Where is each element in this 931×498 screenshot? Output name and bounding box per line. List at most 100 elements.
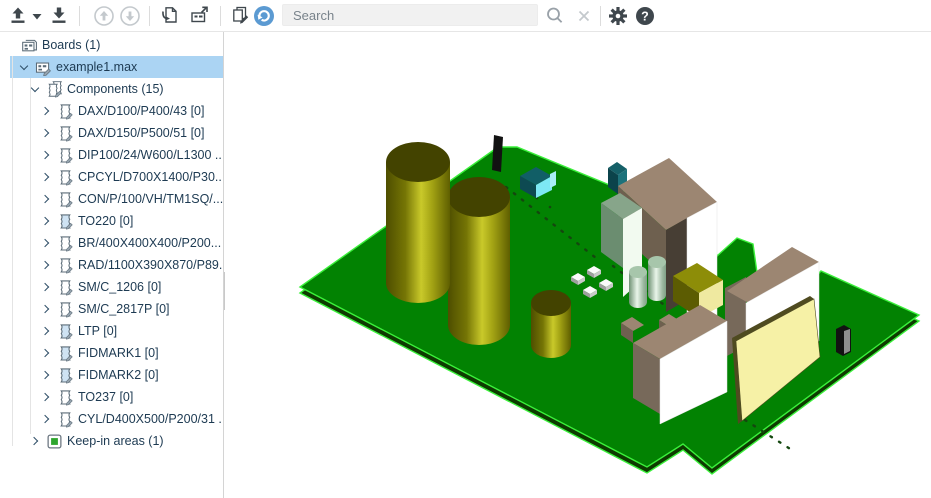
open-button[interactable]: [6, 4, 30, 28]
tree-guide-line: [12, 56, 13, 446]
export-board-image-button[interactable]: [188, 4, 212, 28]
tree-item-dax-d100-p400-43-0[interactable]: DAX/D100/P400/43 [0]: [0, 100, 223, 122]
edit-boards-button[interactable]: [228, 4, 252, 28]
tree-item-label: DAX/D150/P500/51 [0]: [78, 126, 204, 140]
move-down-button[interactable]: [118, 4, 142, 28]
expander-chevron-icon[interactable]: [40, 281, 53, 294]
tree-item-icon: [57, 323, 74, 340]
tree-item-icon: [57, 169, 74, 186]
tree-item-label: SM/C_1206 [0]: [78, 280, 161, 294]
component-3d-capacitor-medium[interactable]: [531, 290, 571, 358]
tree-item-label: Boards (1): [42, 38, 100, 52]
toolbar: ?: [0, 0, 931, 32]
tree-item-to237-0[interactable]: TO237 [0]: [0, 386, 223, 408]
tree-item-sm-c-2817p-0[interactable]: SM/C_2817P [0]: [0, 298, 223, 320]
copy-document-button[interactable]: [158, 4, 182, 28]
tree-item-label: CON/P/100/VH/TM1SQ/...: [78, 192, 223, 206]
tree-item-dip100-24-w600-l1300[interactable]: DIP100/24/W600/L1300 ...: [0, 144, 223, 166]
search-button[interactable]: [543, 4, 567, 28]
tree-item-icon: [57, 191, 74, 208]
move-up-button[interactable]: [92, 4, 116, 28]
svg-text:?: ?: [641, 10, 649, 24]
save-button[interactable]: [47, 4, 71, 28]
tree-item-br-400x400x400-p200[interactable]: BR/400X400X400/P200...: [0, 232, 223, 254]
application-window: ? Boards (1) example1.max Components (15…: [0, 0, 931, 498]
tree-item-icon: [57, 389, 74, 406]
move-down-icon: [118, 4, 142, 28]
help-button[interactable]: ?: [633, 4, 657, 28]
caret-down-icon: [31, 4, 43, 28]
tree-item-label: SM/C_2817P [0]: [78, 302, 170, 316]
clear-search-button[interactable]: [572, 4, 596, 28]
expander-chevron-icon[interactable]: [40, 391, 53, 404]
expander-chevron-icon[interactable]: [29, 435, 42, 448]
tree-item-icon: [57, 213, 74, 230]
expander-chevron-icon[interactable]: [40, 237, 53, 250]
tree-item-cpcyl-d700x1400-p30[interactable]: CPCYL/D700X1400/P30...: [0, 166, 223, 188]
tree-item-icon: [57, 235, 74, 252]
refresh-icon: [252, 4, 276, 28]
expander-chevron-icon[interactable]: [40, 171, 53, 184]
expander-chevron-icon[interactable]: [40, 193, 53, 206]
component-3d-capacitor-small-2[interactable]: [648, 256, 666, 301]
search-icon: [543, 4, 567, 28]
tree-item-rad-1100x390x870-p89[interactable]: RAD/1100X390X870/P89...: [0, 254, 223, 276]
refresh-button[interactable]: [252, 4, 276, 28]
settings-button[interactable]: [606, 4, 630, 28]
tree-item-to220-0[interactable]: TO220 [0]: [0, 210, 223, 232]
expander-chevron-icon[interactable]: [18, 61, 31, 74]
expander-chevron-icon[interactable]: [40, 325, 53, 338]
component-3d-capacitor-small-1[interactable]: [629, 266, 647, 308]
toolbar-separator: [149, 6, 150, 26]
tree-item-fidmark1-0[interactable]: FIDMARK1 [0]: [0, 342, 223, 364]
expander-chevron-icon[interactable]: [40, 347, 53, 360]
expander-chevron-icon[interactable]: [40, 303, 53, 316]
tree-item-icon: [57, 257, 74, 274]
expander-chevron-icon[interactable]: [40, 127, 53, 140]
tree-item-cyl-d400x500-p200-31[interactable]: CYL/D400X500/P200/31 ...: [0, 408, 223, 430]
tree-item-icon: [57, 345, 74, 362]
tree-item-icon: [57, 301, 74, 318]
boards-tree-panel: Boards (1) example1.max Components (15) …: [0, 32, 224, 498]
component-3d-pin-front[interactable]: [836, 325, 851, 356]
component-3d-capacitor-large-1[interactable]: [386, 142, 450, 303]
expander-chevron-icon[interactable]: [40, 369, 53, 382]
expander-chevron-icon[interactable]: [40, 413, 53, 426]
open-options-caret[interactable]: [31, 4, 43, 28]
tree-item-label: LTP [0]: [78, 324, 117, 338]
tree-item-icon: [46, 433, 63, 450]
expander-chevron-icon[interactable]: [40, 215, 53, 228]
toolbar-separator: [600, 6, 601, 26]
tree-item-ltp-0[interactable]: LTP [0]: [0, 320, 223, 342]
tree-item-label: example1.max: [56, 60, 137, 74]
tree-item-label: Components (15): [67, 82, 164, 96]
tree-item-icon: [57, 147, 74, 164]
tree-item-label: TO220 [0]: [78, 214, 133, 228]
tree-item-boards-1[interactable]: Boards (1): [0, 34, 223, 56]
tree-item-con-p-100-vh-tm1sq[interactable]: CON/P/100/VH/TM1SQ/...: [0, 188, 223, 210]
edit-boards-icon: [228, 4, 252, 28]
search-input[interactable]: [282, 4, 538, 26]
tree-item-icon: [57, 125, 74, 142]
expander-chevron-icon[interactable]: [40, 259, 53, 272]
tree-item-sm-c-1206-0[interactable]: SM/C_1206 [0]: [0, 276, 223, 298]
tree-item-label: FIDMARK2 [0]: [78, 368, 159, 382]
tree-item-label: RAD/1100X390X870/P89...: [78, 258, 223, 272]
tree-item-example1-max[interactable]: example1.max: [0, 56, 223, 78]
help-icon: ?: [633, 4, 657, 28]
toolbar-separator: [220, 6, 221, 26]
expander-chevron-icon[interactable]: [4, 39, 17, 52]
save-icon: [47, 4, 71, 28]
expander-chevron-icon[interactable]: [29, 83, 42, 96]
tree-item-keep-in-areas-1[interactable]: Keep-in areas (1): [0, 430, 223, 452]
expander-chevron-icon[interactable]: [40, 149, 53, 162]
viewport-3d[interactable]: [225, 32, 931, 498]
expander-chevron-icon[interactable]: [40, 105, 53, 118]
component-3d-capacitor-large-2[interactable]: [448, 177, 510, 345]
tree-item-fidmark2-0[interactable]: FIDMARK2 [0]: [0, 364, 223, 386]
tree-item-components-15[interactable]: Components (15): [0, 78, 223, 100]
tree-item-icon: [57, 279, 74, 296]
gear-icon: [606, 4, 630, 28]
tree-item-label: CPCYL/D700X1400/P30...: [78, 170, 223, 184]
tree-item-dax-d150-p500-51-0[interactable]: DAX/D150/P500/51 [0]: [0, 122, 223, 144]
